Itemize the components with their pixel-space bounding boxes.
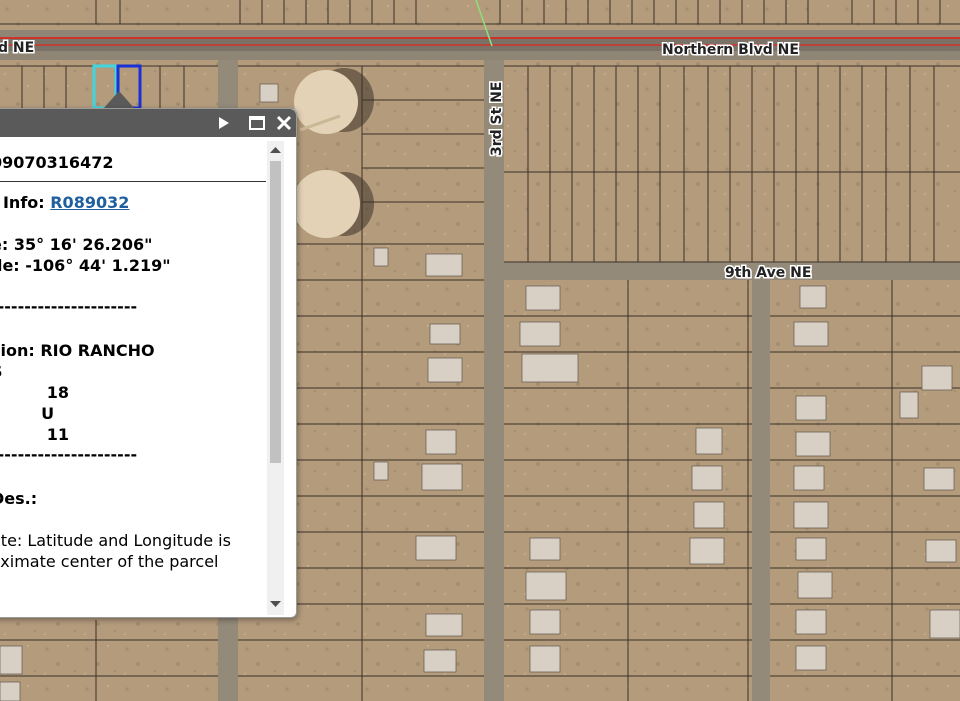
popup-title: 09070316472 [0, 153, 114, 172]
dash-separator-2: ---------------------- [0, 445, 138, 464]
value-row-2: U [41, 404, 55, 423]
right-street-road [752, 280, 770, 701]
latitude-row: e: 35° 16' 26.206" [0, 235, 153, 254]
popup-scrollbar[interactable] [267, 141, 284, 615]
popup-pointer [103, 91, 135, 109]
scroll-up-icon[interactable] [267, 143, 284, 157]
value-row-1: 18 [46, 383, 69, 402]
parcel-info-popup: 09070316472 : Info: R089032 e: 35° 16' 2… [0, 108, 297, 618]
road-label-northern-left: d NE [0, 40, 34, 56]
play-triangle-icon[interactable] [213, 113, 233, 133]
road-label-ninth-ave: 9th Ave NE [725, 265, 811, 281]
popup-header [0, 109, 296, 137]
longitude-row: de: -106° 44' 1.219" [0, 256, 171, 275]
scroll-down-icon[interactable] [267, 597, 284, 611]
road-label-northern-right: Northern Blvd NE [662, 42, 799, 58]
note-line-1: ote: Latitude and Longitude is [0, 531, 231, 550]
water-tank-south [292, 170, 374, 238]
note-line-2: oximate center of the parcel [0, 552, 219, 571]
road-label-third-st: 3rd St NE [489, 82, 505, 156]
scroll-thumb[interactable] [270, 161, 281, 463]
dash-separator-1: ---------------------- [0, 297, 138, 316]
popup-content: 09070316472 : Info: R089032 e: 35° 16' 2… [0, 137, 276, 617]
value-row-3: 11 [46, 425, 69, 444]
subdivision-row-2: S [0, 362, 3, 381]
description-label: Des.: [0, 489, 38, 508]
close-x-icon[interactable] [274, 113, 294, 133]
title-divider [0, 181, 266, 182]
info-row: : Info: R089032 [0, 193, 129, 212]
subdivision-row: sion: RIO RANCHO [0, 341, 155, 360]
parcel-info-link[interactable]: R089032 [50, 193, 129, 212]
water-tank-north [294, 68, 374, 134]
info-label: : Info: [2, 193, 45, 212]
maximize-icon[interactable] [247, 113, 267, 133]
